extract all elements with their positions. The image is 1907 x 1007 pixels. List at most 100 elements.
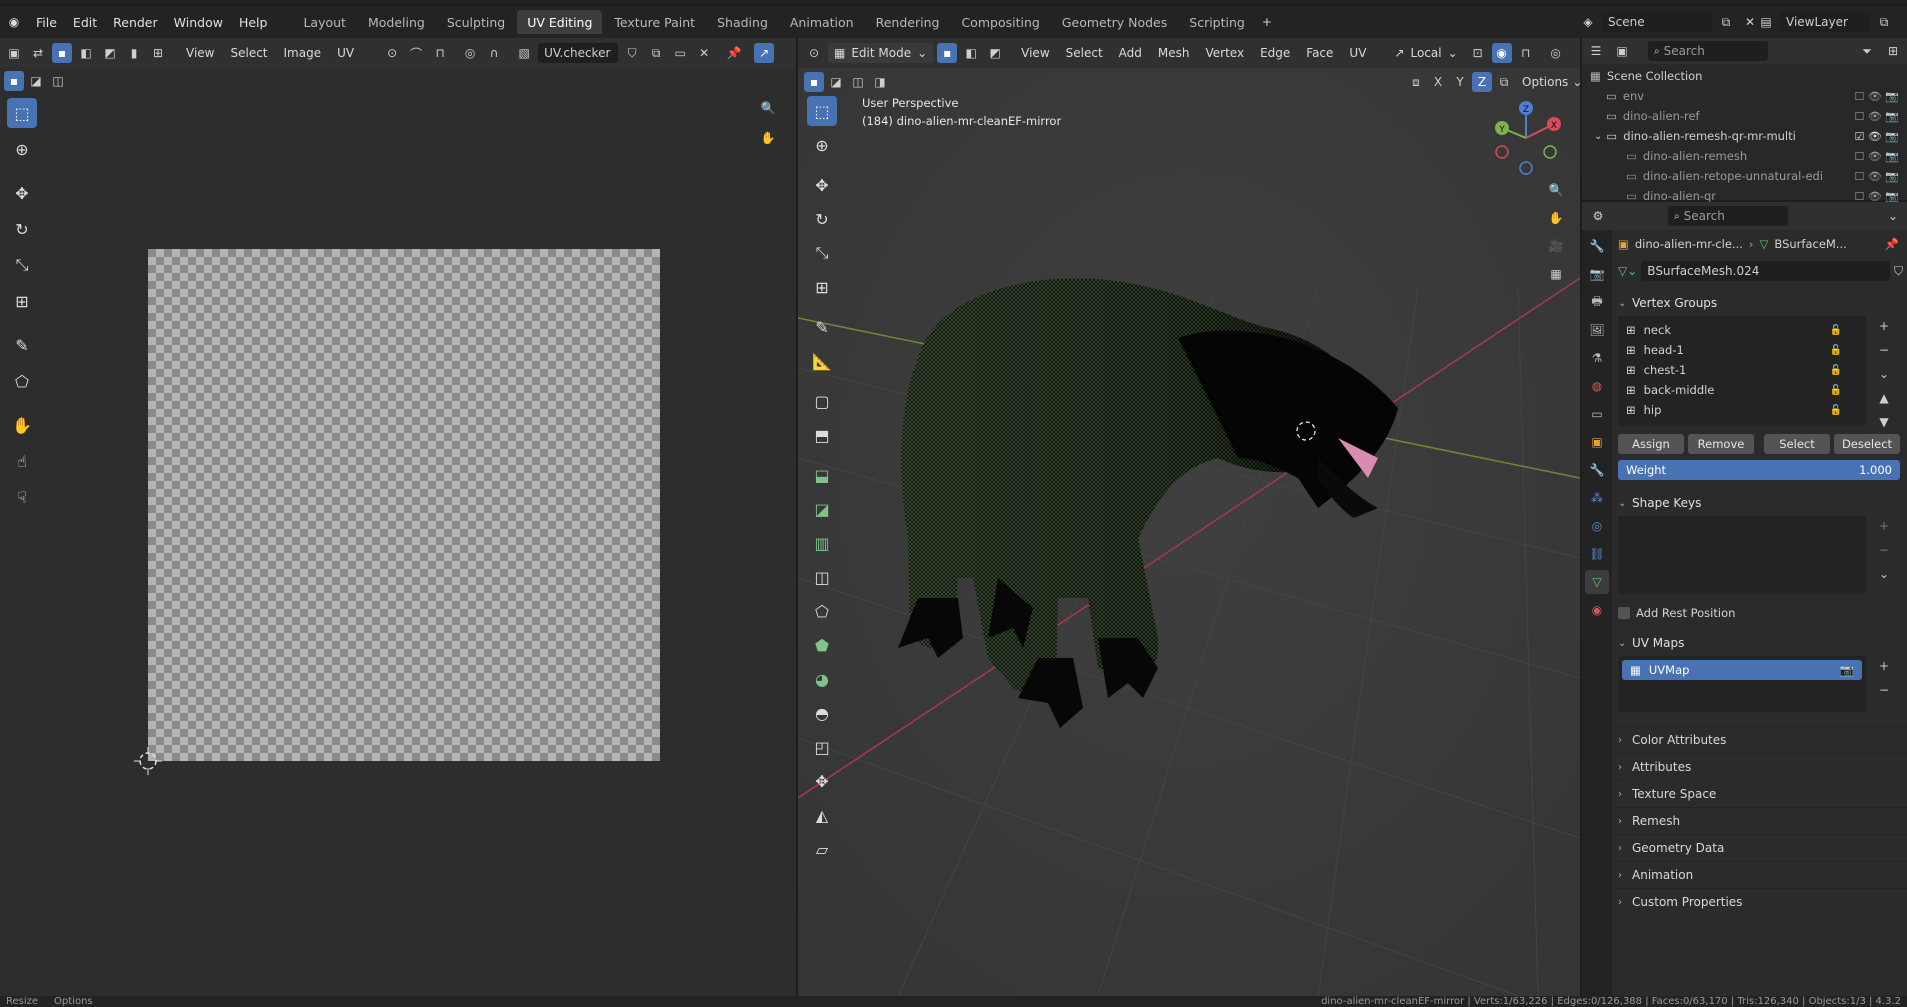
mirror-options-icon[interactable]: ⧈ [1406, 72, 1426, 92]
navigation-gizmo[interactable]: Z X Y [1488, 100, 1564, 176]
vertex-group-specials-icon[interactable]: ⌄ [1874, 364, 1894, 384]
filter-icon[interactable]: ⏷ [1857, 41, 1877, 61]
outliner-row-dino-alien-remesh-qr-mr-multi[interactable]: ⌄ ▭ dino-alien-remesh-qr-mr-multi ☑ 👁 📷 [1582, 126, 1907, 146]
vp-transform-tool-icon[interactable]: ⊞ [807, 272, 837, 302]
select-mode-new-icon[interactable]: ▪ [804, 72, 824, 92]
vp-menu-view[interactable]: View [1015, 43, 1055, 63]
properties-search[interactable]: ⌕ Search [1668, 206, 1788, 226]
scene-icon[interactable]: ◈ [1578, 12, 1598, 32]
remesh-panel[interactable]: › Remesh [1618, 807, 1907, 834]
blender-logo-icon[interactable]: ◉ [4, 12, 24, 32]
view-layer-tab-icon[interactable]: 🖼 [1585, 318, 1609, 342]
outliner-row-dino-alien-ref[interactable]: ▭ dino-alien-ref ☐ 👁 📷 [1582, 106, 1907, 126]
vp-loop-cut-tool-icon[interactable]: ▥ [807, 528, 837, 558]
visibility-controls[interactable]: ☑ 👁 📷 [1854, 130, 1899, 143]
scene-field[interactable]: Scene [1602, 12, 1712, 32]
outliner-row-env[interactable]: ▭ env ☐ 👁 📷 [1582, 86, 1907, 106]
pin-icon[interactable]: 📌 [1885, 237, 1899, 251]
vertex-groups-list[interactable]: ⊞ neck 🔓 ⊞ head-1 🔓 ⊞ chest-1 🔓 ⊞ back-middle 🔓 … [1618, 316, 1866, 426]
move-down-icon[interactable]: ▼ [1874, 412, 1894, 432]
snap-toggle-icon[interactable]: ◉ [1491, 43, 1512, 63]
vp-poly-build-tool-icon[interactable]: ⬠ [807, 596, 837, 626]
list-item[interactable]: ⊞ neck 🔓 [1618, 320, 1866, 340]
tab-scripting[interactable]: Scripting [1179, 10, 1255, 34]
transform-tool-icon[interactable]: ⊞ [7, 286, 37, 316]
remove-uv-map-icon[interactable]: − [1874, 680, 1894, 700]
proportional-icon[interactable]: ◎ [1546, 43, 1566, 63]
properties-editor-type-icon[interactable]: ⚙ [1588, 206, 1608, 226]
options-dropdown[interactable]: Options ⌄ [1516, 72, 1580, 92]
edge-mode-icon[interactable]: ◧ [961, 43, 981, 63]
texture-space-panel[interactable]: › Texture Space [1618, 780, 1907, 807]
list-item[interactable]: ⊞ head-1 🔓 [1618, 340, 1866, 360]
lock-icon[interactable]: 🔓 [1830, 365, 1842, 376]
mirror-y-toggle[interactable]: Y [1450, 72, 1470, 92]
vertex-mode-icon[interactable]: ▪ [937, 43, 958, 63]
vp-rotate-tool-icon[interactable]: ↻ [807, 204, 837, 234]
annotate-tool-icon[interactable]: ✎ [7, 330, 37, 360]
vp-select-box-tool-icon[interactable]: ⬚ [807, 96, 837, 126]
vp-inset-tool-icon[interactable]: ⬓ [807, 460, 837, 490]
snap-icon[interactable]: ⌒ [406, 43, 426, 63]
vp-shrink-tool-icon[interactable]: ✥ [807, 766, 837, 796]
tab-uv-editing[interactable]: UV Editing [517, 10, 603, 34]
select-mode-invert-icon[interactable]: ◨ [870, 72, 890, 92]
pin-icon[interactable]: 📌 [724, 43, 744, 63]
vp-menu-vertex[interactable]: Vertex [1200, 43, 1251, 63]
object-tab-icon[interactable]: ▣ [1585, 430, 1609, 454]
new-image-icon[interactable]: ⧉ [646, 43, 666, 63]
vp-zoom-icon[interactable]: 🔍 [1546, 180, 1566, 200]
custom-properties-panel[interactable]: › Custom Properties [1618, 888, 1907, 915]
tab-compositing[interactable]: Compositing [951, 10, 1049, 34]
add-workspace-icon[interactable]: + [1257, 12, 1277, 32]
vp-randomize-tool-icon[interactable]: ◓ [807, 698, 837, 728]
vp-pan-icon[interactable]: ✋ [1546, 208, 1566, 228]
remove-vertex-group-icon[interactable]: − [1874, 340, 1894, 360]
weight-slider[interactable]: Weight 1.000 [1618, 460, 1900, 480]
image-name-field[interactable]: UV.checker [538, 43, 619, 63]
move-up-icon[interactable]: ▲ [1874, 388, 1894, 408]
menu-render[interactable]: Render [105, 11, 166, 33]
rip-tool-icon[interactable]: ⬠ [7, 366, 37, 396]
proportional-edit-icon[interactable]: ◎ [460, 43, 480, 63]
list-item[interactable]: ⊞ chest-1 🔓 [1618, 360, 1866, 380]
pinch-tool-icon[interactable]: ☟ [7, 482, 37, 512]
lock-icon[interactable]: 🔓 [1830, 345, 1842, 356]
world-tab-icon[interactable]: ◍ [1585, 374, 1609, 398]
lock-icon[interactable]: 🔓 [1830, 325, 1842, 336]
mirror-x-toggle[interactable]: X [1428, 72, 1448, 92]
new-scene-icon[interactable]: ⧉ [1716, 12, 1736, 32]
select-button[interactable]: Select [1764, 434, 1830, 454]
visibility-controls[interactable]: ☐ 👁 📷 [1854, 170, 1899, 183]
physics-tab-icon[interactable]: ◎ [1585, 514, 1609, 538]
tab-sculpting[interactable]: Sculpting [437, 10, 515, 34]
modifier-tab-icon[interactable]: 🔧 [1585, 458, 1609, 482]
tab-rendering[interactable]: Rendering [866, 10, 950, 34]
vp-cursor-tool-icon[interactable]: ⊕ [807, 130, 837, 160]
vp-move-tool-icon[interactable]: ✥ [807, 170, 837, 200]
scale-tool-icon[interactable]: ⤡ [7, 250, 37, 280]
add-rest-position-row[interactable]: Add Rest Position [1618, 600, 1907, 626]
unlink-image-icon[interactable]: ✕ [694, 43, 714, 63]
mode-dropdown[interactable]: ▦ Edit Mode ⌄ [828, 43, 934, 63]
vp-camera-icon[interactable]: 🎥 [1546, 236, 1566, 256]
tab-shading[interactable]: Shading [707, 10, 778, 34]
visibility-controls[interactable]: ☐ 👁 📷 [1854, 190, 1899, 203]
vp-menu-mesh[interactable]: Mesh [1152, 43, 1196, 63]
vp-edge-slide-tool-icon[interactable]: ◰ [807, 732, 837, 762]
island-select-icon[interactable]: ▮ [124, 43, 144, 63]
add-vertex-group-icon[interactable]: + [1874, 316, 1894, 336]
pivot-point-icon[interactable]: ⊡ [1468, 43, 1488, 63]
tab-geometry-nodes[interactable]: Geometry Nodes [1052, 10, 1177, 34]
move-tool-icon[interactable]: ✥ [7, 178, 37, 208]
vertex-groups-panel-header[interactable]: ⌄ Vertex Groups [1618, 290, 1907, 316]
cursor-tool-icon[interactable]: ⊕ [7, 134, 37, 164]
uv-menu-image[interactable]: Image [278, 43, 328, 63]
chevron-down-icon[interactable]: ⌄ [1883, 206, 1903, 226]
pivot-icon[interactable]: ⊙ [382, 43, 402, 63]
select-extend-icon[interactable]: ◪ [26, 71, 46, 91]
menu-edit[interactable]: Edit [65, 11, 105, 33]
shape-key-specials-icon[interactable]: ⌄ [1874, 564, 1894, 584]
list-item[interactable]: ⊞ back-middle 🔓 [1618, 380, 1866, 400]
image-browse-icon[interactable]: ▧ [514, 43, 534, 63]
